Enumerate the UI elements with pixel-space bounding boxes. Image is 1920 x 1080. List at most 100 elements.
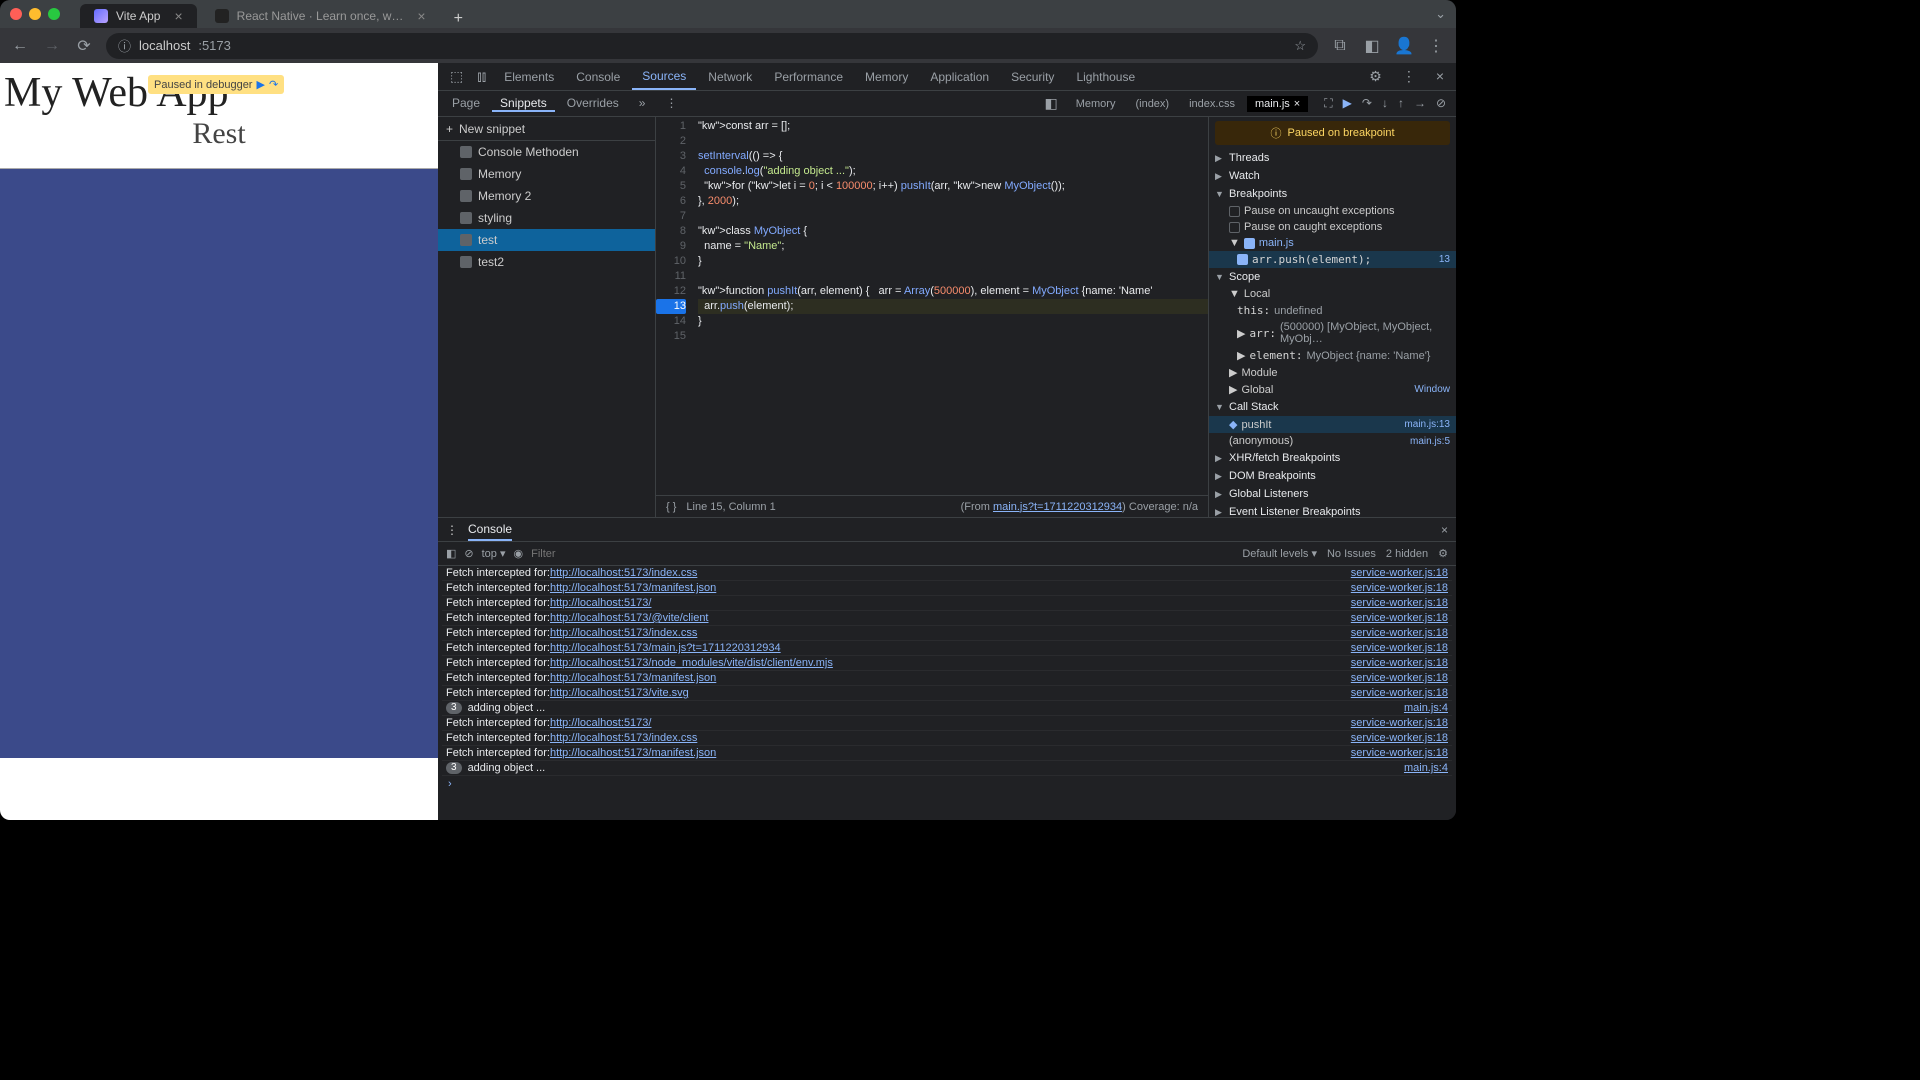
back-button[interactable]: ← — [10, 37, 30, 55]
side-panel-icon[interactable]: ◧ — [1362, 36, 1382, 56]
star-icon[interactable]: ☆ — [1294, 38, 1306, 54]
deactivate-bp-icon[interactable]: ⊘ — [1436, 96, 1446, 111]
log-url[interactable]: http://localhost:5173/manifest.json — [550, 747, 716, 759]
subtab-snippets[interactable]: Snippets — [492, 96, 555, 112]
more-icon[interactable]: ⋮ — [1396, 68, 1422, 85]
address-bar[interactable]: ⓘ localhost:5173 ☆ — [106, 33, 1318, 59]
scope-module[interactable]: ▶Module — [1209, 364, 1456, 381]
log-source-link[interactable]: service-worker.js:18 — [1351, 717, 1448, 729]
editor-tab-active[interactable]: main.js × — [1247, 96, 1308, 112]
panel-network[interactable]: Network — [698, 63, 762, 90]
var-element[interactable]: ▶element: MyObject {name: 'Name'} — [1209, 347, 1456, 364]
log-source-link[interactable]: service-worker.js:18 — [1351, 732, 1448, 744]
expand-icon[interactable]: ⛶ — [1324, 96, 1332, 111]
log-url[interactable]: http://localhost:5173/vite.svg — [550, 687, 689, 699]
close-icon[interactable]: × — [1430, 68, 1450, 85]
panel-sources[interactable]: Sources — [632, 63, 696, 90]
editor-tab[interactable]: (index) — [1127, 96, 1177, 112]
settings-icon[interactable]: ⚙ — [1363, 68, 1388, 85]
bp-file[interactable]: ▼main.js — [1209, 235, 1456, 251]
new-tab-button[interactable]: + — [444, 10, 473, 28]
pause-caught-checkbox[interactable]: Pause on caught exceptions — [1209, 219, 1456, 235]
console-prompt[interactable]: › — [442, 776, 1452, 792]
browser-tab[interactable]: React Native · Learn once, w… × — [201, 4, 440, 28]
snippet-item[interactable]: Memory 2 — [438, 185, 655, 207]
xhr-breakpoints-section[interactable]: ▶XHR/fetch Breakpoints — [1209, 449, 1456, 467]
source-link[interactable]: main.js?t=1711220312934 — [993, 501, 1122, 513]
snippet-item[interactable]: test — [438, 229, 655, 251]
scope-global[interactable]: ▶GlobalWindow — [1209, 381, 1456, 398]
log-source-link[interactable]: service-worker.js:18 — [1351, 582, 1448, 594]
panel-application[interactable]: Application — [920, 63, 999, 90]
tab-close-icon[interactable]: × — [174, 8, 182, 24]
log-source-link[interactable]: service-worker.js:18 — [1351, 747, 1448, 759]
chevron-down-icon[interactable]: ⌄ — [1435, 6, 1446, 22]
resume-icon[interactable]: ▶ — [256, 78, 264, 91]
menu-icon[interactable]: ⋮ — [1426, 36, 1446, 56]
levels-selector[interactable]: Default levels ▾ — [1242, 547, 1317, 560]
scope-section[interactable]: ▼Scope — [1209, 268, 1456, 286]
snippet-item[interactable]: Memory — [438, 163, 655, 185]
filter-input[interactable] — [531, 548, 1234, 560]
editor-tab[interactable]: index.css — [1181, 96, 1243, 112]
log-source-link[interactable]: service-worker.js:18 — [1351, 642, 1448, 654]
panel-elements[interactable]: Elements — [494, 63, 564, 90]
breakpoints-section[interactable]: ▼Breakpoints — [1209, 185, 1456, 203]
window-maximize-icon[interactable] — [48, 8, 60, 20]
log-url[interactable]: http://localhost:5173/manifest.json — [550, 672, 716, 684]
subtab-overrides[interactable]: Overrides — [559, 96, 627, 112]
step-icon[interactable]: → — [1414, 96, 1426, 111]
step-out-icon[interactable]: ↑ — [1398, 96, 1404, 111]
callstack-frame[interactable]: ◆pushItmain.js:13 — [1209, 416, 1456, 433]
callstack-frame[interactable]: (anonymous)main.js:5 — [1209, 433, 1456, 449]
forward-button[interactable]: → — [42, 37, 62, 55]
panel-memory[interactable]: Memory — [855, 63, 918, 90]
log-url[interactable]: http://localhost:5173/ — [550, 597, 652, 609]
panel-security[interactable]: Security — [1001, 63, 1064, 90]
device-icon[interactable]: ⫾⫾ — [471, 68, 492, 85]
snippet-item[interactable]: styling — [438, 207, 655, 229]
log-url[interactable]: http://localhost:5173/ — [550, 717, 652, 729]
log-source-link[interactable]: service-worker.js:18 — [1351, 627, 1448, 639]
profile-icon[interactable]: 👤 — [1394, 36, 1414, 56]
snippet-item[interactable]: Console Methoden — [438, 141, 655, 163]
sidebar-icon[interactable]: ◧ — [446, 547, 456, 560]
clear-icon[interactable]: ⊘ — [464, 547, 473, 560]
log-source-link[interactable]: service-worker.js:18 — [1351, 597, 1448, 609]
console-tab[interactable]: Console — [468, 518, 512, 541]
var-arr[interactable]: ▶arr: (500000) [MyObject, MyObject, MyOb… — [1209, 319, 1456, 347]
log-url[interactable]: http://localhost:5173/index.css — [550, 732, 697, 744]
resume-icon[interactable]: ▶ — [1343, 96, 1352, 111]
more-icon[interactable]: ⋮ — [657, 96, 685, 112]
watch-section[interactable]: ▶Watch — [1209, 167, 1456, 185]
snippet-item[interactable]: test2 — [438, 251, 655, 273]
window-close-icon[interactable] — [10, 8, 22, 20]
panel-performance[interactable]: Performance — [764, 63, 853, 90]
threads-section[interactable]: ▶Threads — [1209, 149, 1456, 167]
eye-icon[interactable]: ◉ — [514, 547, 524, 560]
tab-close-icon[interactable]: × — [1294, 98, 1300, 110]
window-minimize-icon[interactable] — [29, 8, 41, 20]
settings-icon[interactable]: ⚙ — [1438, 547, 1448, 560]
more-icon[interactable]: ⋮ — [446, 523, 458, 537]
bp-line[interactable]: arr.push(element);13 — [1209, 251, 1456, 268]
log-url[interactable]: http://localhost:5173/index.css — [550, 627, 697, 639]
log-source-link[interactable]: service-worker.js:18 — [1351, 687, 1448, 699]
close-icon[interactable]: × — [1441, 523, 1448, 537]
step-into-icon[interactable]: ↓ — [1382, 96, 1388, 111]
log-source-link[interactable]: service-worker.js:18 — [1351, 672, 1448, 684]
extensions-icon[interactable]: ⧉ — [1330, 37, 1350, 55]
browser-tab-active[interactable]: Vite App × — [80, 4, 197, 28]
dom-breakpoints-section[interactable]: ▶DOM Breakpoints — [1209, 467, 1456, 485]
panel-lighthouse[interactable]: Lighthouse — [1066, 63, 1145, 90]
format-icon[interactable]: { } — [666, 501, 676, 513]
log-source-link[interactable]: service-worker.js:18 — [1351, 612, 1448, 624]
callstack-section[interactable]: ▼Call Stack — [1209, 398, 1456, 416]
log-source-link[interactable]: main.js:4 — [1404, 702, 1448, 714]
log-url[interactable]: http://localhost:5173/index.css — [550, 567, 697, 579]
tab-close-icon[interactable]: × — [417, 8, 425, 24]
log-url[interactable]: http://localhost:5173/main.js?t=17112203… — [550, 642, 781, 654]
event-listener-bp-section[interactable]: ▶Event Listener Breakpoints — [1209, 503, 1456, 517]
sidebar-toggle-icon[interactable]: ◧ — [1039, 95, 1064, 112]
log-url[interactable]: http://localhost:5173/@vite/client — [550, 612, 709, 624]
